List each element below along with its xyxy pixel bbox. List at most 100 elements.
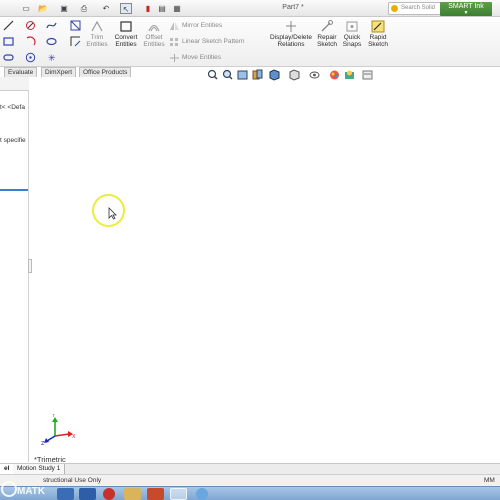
powerpoint-icon[interactable] — [147, 488, 164, 500]
quick-snaps-icon — [346, 21, 358, 32]
feature-manager-panel: t< <Defa t specifie — [0, 77, 29, 462]
status-bar: structional Use Only MM — [0, 474, 500, 486]
solidworks-taskbar-item[interactable] — [170, 488, 187, 500]
ie-icon[interactable] — [57, 488, 74, 500]
watermark-text: MATK — [17, 486, 46, 497]
smart-ink-label: SMART Ink — [448, 3, 484, 10]
rollback-bar[interactable] — [0, 189, 28, 191]
feature-tree-item[interactable]: t< <Defa — [0, 104, 25, 111]
trim-label-1: Trim — [90, 34, 104, 41]
repair-label-2: Sketch — [317, 41, 337, 48]
bottom-tabs: el Motion Study 1 — [0, 463, 500, 474]
rebuild-icon[interactable]: ▮ — [142, 3, 154, 14]
word-icon[interactable] — [79, 488, 96, 500]
offset-label-2: Entities — [143, 41, 165, 48]
smart-dimension-icon[interactable] — [70, 20, 81, 31]
edit-appearance-icon[interactable] — [329, 69, 340, 81]
view-orientation-icon[interactable] — [269, 69, 280, 81]
file-properties-icon[interactable]: ▤ — [156, 3, 168, 14]
arc-icon[interactable] — [25, 36, 36, 47]
reference-triad: Y X Z — [41, 414, 76, 446]
chevron-down-icon: ▼ — [463, 10, 469, 16]
ellipse-icon[interactable] — [46, 36, 57, 47]
linear-pattern-icon — [170, 38, 178, 46]
rapid-sketch-button[interactable]: Rapid Sketch — [366, 20, 390, 48]
watermark-logo: MATK — [1, 481, 46, 497]
save-icon[interactable]: ▣ — [58, 3, 70, 14]
select-icon[interactable]: ↖ — [120, 3, 132, 14]
app-icon[interactable] — [196, 488, 208, 500]
undo-icon[interactable]: ↶ — [100, 3, 112, 14]
smart-ink-button[interactable]: SMART Ink ▼ — [440, 2, 492, 16]
search-text: Search Solid — [401, 5, 436, 11]
trim-label-2: Entities — [86, 41, 108, 48]
move-label: Move Entities — [182, 54, 222, 61]
options-icon[interactable]: ▦ — [171, 3, 183, 14]
line-icon[interactable] — [3, 20, 14, 31]
apply-scene-icon[interactable] — [344, 69, 355, 81]
convert-icon — [120, 21, 132, 32]
title-bar: ▭ 📂 ▣ ⎙ ↶ ↖ ▮ ▤ ▦ Part7 * Search Solid S… — [0, 0, 500, 17]
slot-icon[interactable] — [3, 52, 14, 63]
search-icon — [391, 5, 398, 12]
quick-snaps-label-2: Snaps — [342, 41, 362, 48]
search-input[interactable]: Search Solid — [388, 2, 448, 15]
mirror-entities-button[interactable]: Mirror Entities — [170, 21, 222, 31]
offset-label-1: Offset — [145, 34, 163, 41]
feature-tree-item[interactable]: t specifie — [0, 137, 26, 144]
circle-icon[interactable] — [25, 20, 36, 31]
offset-entities-button[interactable]: Offset Entities — [142, 20, 166, 48]
zoom-to-fit-icon[interactable] — [207, 69, 218, 81]
sketch-fillet-icon[interactable] — [70, 36, 81, 47]
hide-show-items-icon[interactable] — [309, 69, 320, 81]
heads-up-view-toolbar — [205, 69, 385, 83]
display-style-icon[interactable] — [289, 69, 300, 81]
relations-label-1: Display/Delete — [270, 34, 312, 41]
open-icon[interactable]: 📂 — [37, 3, 49, 14]
text-icon[interactable]: ✳ — [46, 52, 57, 63]
tab-office-products[interactable]: Office Products — [79, 67, 132, 77]
trim-entities-button[interactable]: Trim Entities — [86, 20, 108, 48]
repair-label-1: Repair — [317, 34, 337, 41]
view-settings-icon[interactable] — [362, 69, 373, 81]
windows-taskbar — [0, 486, 500, 500]
linear-pattern-button[interactable]: Linear Sketch Pattern — [170, 37, 245, 47]
command-manager: ✳ Trim Entities Convert Entities Offset … — [0, 17, 500, 67]
document-title: Part7 * — [282, 4, 304, 11]
quick-snaps-button[interactable]: Quick Snaps — [341, 20, 363, 48]
record-icon[interactable] — [103, 488, 115, 500]
tab-motion-study[interactable]: Motion Study 1 — [13, 464, 66, 474]
relations-label-2: Relations — [277, 41, 305, 48]
x-axis — [54, 433, 70, 437]
print-icon[interactable]: ⎙ — [78, 3, 90, 14]
previous-view-icon[interactable] — [237, 69, 248, 81]
move-icon — [170, 54, 179, 62]
tab-dimxpert[interactable]: DimXpert — [41, 67, 77, 77]
rectangle-icon[interactable] — [3, 36, 14, 47]
panel-header — [0, 77, 29, 91]
section-view-icon[interactable] — [252, 69, 263, 81]
polygon-icon[interactable] — [25, 52, 36, 63]
convert-entities-button[interactable]: Convert Entities — [112, 20, 140, 48]
new-document-icon[interactable]: ▭ — [20, 3, 32, 14]
zoom-to-area-icon[interactable] — [222, 69, 233, 81]
rapid-sketch-label-2: Sketch — [368, 41, 388, 48]
svg-text:✳: ✳ — [48, 54, 56, 63]
mouse-pointer-icon — [108, 207, 117, 220]
rapid-sketch-icon — [371, 20, 385, 33]
convert-label-2: Entities — [115, 41, 137, 48]
linear-pattern-label: Linear Sketch Pattern — [182, 38, 245, 45]
z-axis-label: Z — [41, 441, 45, 446]
quick-snaps-label-1: Quick — [343, 34, 361, 41]
move-entities-button[interactable]: Move Entities — [170, 53, 221, 63]
tab-evaluate[interactable]: Evaluate — [4, 67, 38, 77]
repair-icon — [321, 20, 333, 32]
units-indicator[interactable]: MM — [484, 477, 495, 484]
repair-sketch-button[interactable]: Repair Sketch — [315, 20, 339, 48]
panel-splitter-handle[interactable] — [28, 259, 32, 273]
offset-icon — [148, 25, 160, 32]
display-delete-relations-button[interactable]: Display/Delete Relations — [268, 20, 314, 48]
mirror-icon — [170, 22, 179, 30]
explorer-icon[interactable] — [124, 488, 141, 500]
spline-icon[interactable] — [46, 20, 57, 31]
